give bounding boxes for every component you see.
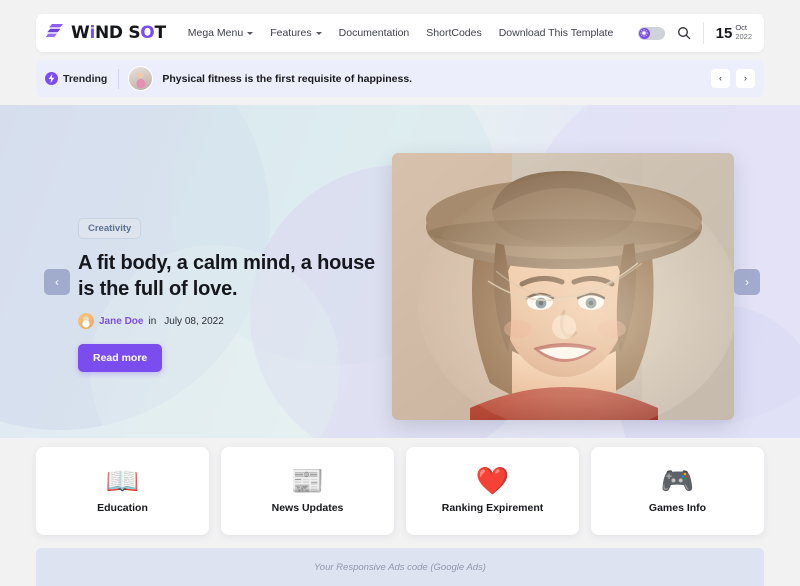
- main-nav: Mega Menu Features Documentation ShortCo…: [188, 27, 614, 39]
- nav-item-shortcodes[interactable]: ShortCodes: [426, 27, 481, 39]
- hero-section: Creativity A fit body, a calm mind, a ho…: [0, 105, 800, 438]
- chevron-down-icon: [315, 31, 322, 35]
- dark-mode-toggle[interactable]: [637, 26, 665, 40]
- trending-label-group: Trending: [45, 72, 118, 85]
- hero-content: Creativity A fit body, a calm mind, a ho…: [78, 218, 378, 373]
- trending-label: Trending: [63, 72, 108, 85]
- hero-prev-button[interactable]: ‹: [44, 269, 70, 295]
- trending-headline[interactable]: Physical fitness is the first requisite …: [162, 73, 412, 85]
- sun-icon: [638, 27, 650, 39]
- bolt-icon: [45, 72, 58, 85]
- nav-item-download-template[interactable]: Download This Template: [499, 27, 614, 39]
- trending-nav: ‹ ›: [711, 69, 755, 88]
- card-label: Ranking Expirement: [441, 502, 544, 514]
- nav-label: Download This Template: [498, 27, 614, 39]
- card-label: Education: [97, 502, 148, 514]
- category-card-ranking-expirement[interactable]: ❤️ Ranking Expirement: [406, 447, 579, 535]
- post-date: July 08, 2022: [164, 315, 224, 327]
- current-date: 15 Oct 2022: [716, 24, 752, 41]
- author-link[interactable]: Jane Doe: [99, 316, 143, 327]
- category-cards: 📖 Education 📰 News Updates ❤️ Ranking Ex…: [36, 447, 764, 535]
- open-book-icon: 📖: [105, 466, 140, 496]
- hero-next-button[interactable]: ›: [734, 269, 760, 295]
- smiling-woman-photo: [392, 153, 734, 420]
- category-card-education[interactable]: 📖 Education: [36, 447, 209, 535]
- nav-label: Features: [270, 27, 312, 39]
- trending-next-button[interactable]: ›: [736, 69, 755, 88]
- nav-item-features[interactable]: Features: [270, 27, 322, 39]
- trending-divider: [118, 68, 120, 89]
- ads-placeholder: Your Responsive Ads code (Google Ads): [36, 548, 764, 586]
- nav-item-mega-menu[interactable]: Mega Menu: [187, 27, 254, 39]
- hero-image: [392, 153, 734, 420]
- date-year: 2022: [735, 32, 752, 41]
- heartbeat-icon: ❤️: [475, 466, 510, 496]
- category-card-games-info[interactable]: 🎮 Games Info: [591, 447, 764, 535]
- logo[interactable]: WiND SOT: [36, 22, 166, 45]
- header-divider: [702, 22, 704, 44]
- read-more-button[interactable]: Read more: [78, 344, 163, 373]
- wind-bars-icon: [45, 22, 68, 45]
- category-card-news-updates[interactable]: 📰 News Updates: [221, 447, 394, 535]
- nav-label: Mega Menu: [187, 27, 244, 39]
- hero-inner: Creativity A fit body, a calm mind, a ho…: [0, 105, 800, 438]
- trending-bar: Trending Physical fitness is the first r…: [36, 60, 764, 97]
- logo-text: WiND SOT: [71, 22, 166, 43]
- trending-avatar: [128, 66, 154, 91]
- trending-prev-button[interactable]: ‹: [711, 69, 730, 88]
- game-controller-icon: 🎮: [660, 466, 695, 496]
- search-icon[interactable]: [677, 26, 691, 40]
- card-label: News Updates: [271, 502, 344, 514]
- date-day: 15: [715, 24, 733, 42]
- header-actions: 15 Oct 2022: [637, 22, 764, 44]
- hero-title: A fit body, a calm mind, a house is the …: [78, 252, 375, 300]
- newspaper-icon: 📰: [290, 466, 325, 496]
- nav-label: Documentation: [338, 27, 410, 39]
- chevron-down-icon: [247, 31, 254, 35]
- nav-item-documentation[interactable]: Documentation: [339, 27, 410, 39]
- card-label: Games Info: [648, 502, 707, 514]
- site-header: WiND SOT Mega Menu Features Documentatio…: [36, 14, 764, 52]
- byline-connector: in: [148, 315, 157, 327]
- hero-byline: Jane Doe in July 08, 2022: [78, 313, 378, 330]
- nav-label: ShortCodes: [426, 27, 482, 39]
- date-month-year: Oct 2022: [735, 24, 752, 41]
- page-root: WiND SOT Mega Menu Features Documentatio…: [0, 0, 800, 586]
- avatar: [78, 313, 94, 330]
- ads-text: Your Responsive Ads code (Google Ads): [314, 561, 486, 573]
- category-badge[interactable]: Creativity: [78, 218, 142, 239]
